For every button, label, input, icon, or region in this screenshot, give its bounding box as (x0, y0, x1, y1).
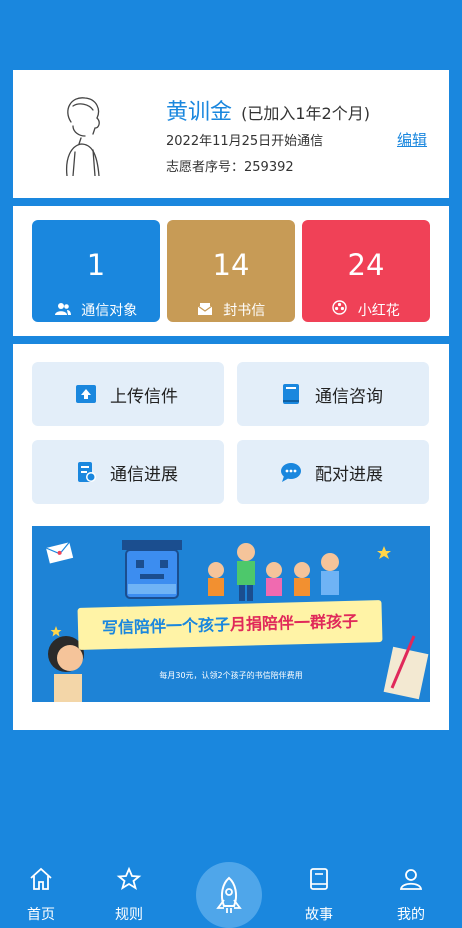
users-icon (54, 303, 71, 315)
upload-icon (76, 385, 96, 403)
avatar (65, 97, 100, 176)
action-label: 通信进展 (110, 465, 178, 485)
user-name: 黄训金 (166, 100, 233, 125)
action-label: 配对进展 (315, 465, 383, 485)
consult-button[interactable]: 通信咨询 (237, 362, 429, 426)
edit-link[interactable]: 编辑 (397, 129, 427, 150)
profile-card: 黄训金 (已加入1年2个月) 2022年11月25日开始通信 志愿者序号：259… (13, 70, 449, 198)
stats-card: 1 通信对象 14 封书信 24 小红花 (13, 206, 449, 336)
tab-label: 首页 (27, 907, 55, 923)
center-action-button[interactable] (196, 862, 262, 928)
donation-banner[interactable]: 写信陪伴一个孩子月捐陪伴一群孩子 每月30元，认领2个孩子的书信陪伴费用 (32, 526, 430, 702)
tab-label: 故事 (305, 907, 333, 923)
profile-icon (399, 869, 423, 890)
banner-headline: 写信陪伴一个孩子月捐陪伴一群孩子 (77, 600, 383, 650)
rocket-icon (216, 876, 242, 913)
progress-icon (78, 462, 96, 482)
correspondence-progress-button[interactable]: 通信进展 (32, 440, 224, 504)
stat-value: 1 (86, 248, 106, 282)
chat-icon (281, 463, 301, 482)
start-date: 2022年11月25日开始通信 (166, 134, 324, 149)
tab-home[interactable]: 首页 (6, 852, 76, 928)
stat-correspondents[interactable]: 1 通信对象 (32, 220, 160, 322)
flower-icon (332, 300, 347, 315)
bottom-tab-bar: 首页 规则 故事 我的 (0, 852, 462, 928)
home-icon (30, 867, 52, 890)
tab-label: 规则 (115, 907, 143, 923)
stat-label: 小红花 (357, 303, 400, 319)
upload-letter-button[interactable]: 上传信件 (32, 362, 224, 426)
stat-label: 通信对象 (81, 303, 138, 319)
tab-label: 我的 (397, 907, 425, 923)
stat-value: 24 (347, 248, 385, 282)
stat-flowers[interactable]: 24 小红花 (302, 220, 430, 322)
star-icon (116, 866, 142, 890)
book-story-icon (310, 868, 328, 890)
headline-part1: 写信陪伴一个孩子 (101, 615, 231, 638)
actions-card: 上传信件 通信咨询 通信进展 配对进展 写信陪伴一个孩子月捐陪伴一群孩子 每月3… (13, 344, 449, 730)
pairing-progress-button[interactable]: 配对进展 (237, 440, 429, 504)
action-label: 通信咨询 (315, 387, 383, 407)
stat-label: 封书信 (223, 303, 266, 319)
stat-letters[interactable]: 14 封书信 (167, 220, 295, 322)
tab-rules[interactable]: 规则 (94, 852, 164, 928)
stat-value: 14 (212, 248, 250, 282)
volunteer-number: 志愿者序号：259392 (166, 160, 294, 175)
membership-duration: (已加入1年2个月) (241, 104, 370, 123)
action-label: 上传信件 (110, 387, 178, 407)
book-icon (283, 384, 299, 404)
banner-subtext: 每月30元，认领2个孩子的书信陪伴费用 (159, 671, 303, 680)
envelope-icon (197, 303, 213, 315)
tab-stories[interactable]: 故事 (284, 852, 354, 928)
headline-part2: 月捐陪伴一群孩子 (229, 611, 359, 634)
tab-mine[interactable]: 我的 (376, 852, 446, 928)
